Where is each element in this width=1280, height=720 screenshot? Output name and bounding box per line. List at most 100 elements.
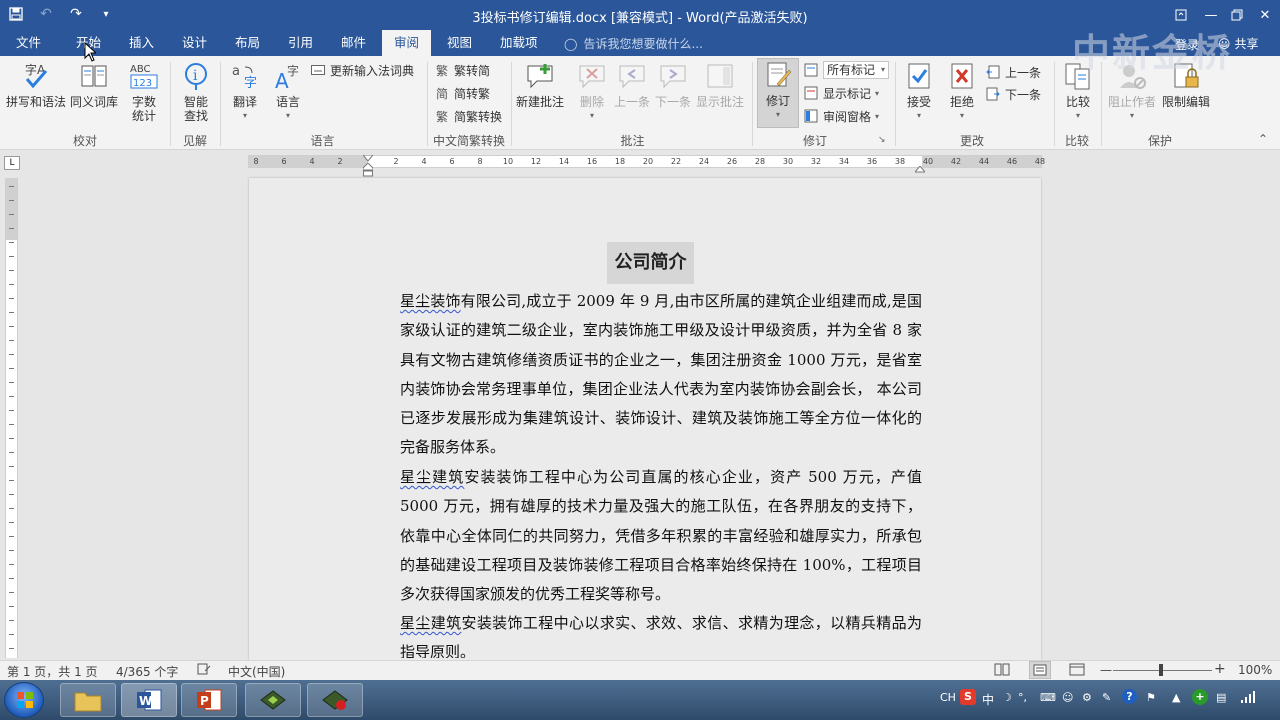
powerpoint-app-icon[interactable]: P [181, 683, 237, 717]
ruler-number: 12 [530, 157, 542, 166]
zoom-slider-thumb[interactable] [1159, 664, 1163, 676]
settings-tray-icon[interactable]: ⚙ [1082, 691, 1092, 704]
previous-comment-button[interactable]: 上一条 [614, 60, 650, 109]
translate-icon: a字 [229, 60, 261, 92]
proofing-status-icon[interactable] [197, 663, 211, 678]
tab-addins[interactable]: 加载项 [488, 30, 550, 56]
spelling-grammar-button[interactable]: 字A 拼写和语法 [6, 60, 66, 109]
word-app-icon[interactable]: W [121, 683, 177, 717]
read-mode-icon[interactable] [994, 663, 1010, 679]
reject-button[interactable]: 拒绝 ▾ [946, 60, 978, 123]
page-count[interactable]: 第 1 页，共 1 页 [7, 663, 98, 680]
convert-t2s-icon: 繁 [435, 63, 448, 78]
security-tray-icon[interactable]: + [1192, 689, 1208, 705]
smart-lookup-button[interactable]: i 智能 查找 [180, 60, 212, 123]
tab-stop-selector[interactable]: L [4, 156, 20, 170]
dropdown-caret-icon: ▾ [589, 111, 594, 120]
close-icon[interactable]: ✕ [1250, 0, 1280, 30]
ruler-number: 26 [726, 157, 738, 166]
share-label: 共享 [1234, 37, 1259, 51]
markup-view-icon [803, 62, 819, 78]
traditional-to-simplified-button[interactable]: 繁 繁转简 [434, 60, 490, 80]
collapse-ribbon-icon[interactable]: ⌃ [1258, 132, 1268, 146]
zoom-out-button[interactable]: — [1100, 663, 1112, 677]
ruler-tick [9, 200, 14, 201]
show-markup-button[interactable]: 显示标记 ▾ [803, 83, 879, 103]
thesaurus-button[interactable]: 同义词库 [70, 60, 118, 109]
ruler-tick [9, 382, 14, 383]
tab-review[interactable]: 审阅 [382, 30, 432, 56]
tab-view[interactable]: 视图 [435, 30, 484, 56]
paragraph-3[interactable]: 星尘建筑安装装饰工程中心以求实、求效、求信、求精为理念，以精兵精品为指导原则。 [368, 609, 922, 658]
svg-text:123: 123 [133, 78, 152, 89]
tracking-options-launcher-icon[interactable]: ↘ [878, 133, 886, 147]
markup-view-select[interactable]: 所有标记 ▾ [803, 60, 890, 80]
first-line-indent-marker[interactable] [361, 152, 375, 162]
ruler-tick [9, 578, 14, 579]
signal-tray-icon[interactable] [1240, 691, 1256, 706]
show-hidden-icons-icon[interactable]: ▲ [1172, 691, 1180, 704]
tab-layout[interactable]: 布局 [223, 30, 272, 56]
delete-comment-button[interactable]: 删除 ▾ [576, 60, 608, 123]
track-changes-button[interactable]: 修订 ▾ [757, 58, 799, 128]
right-indent-marker[interactable] [913, 163, 927, 173]
ime-chinese-mode[interactable]: 中 [982, 691, 994, 708]
language-status[interactable]: 中文(中国) [228, 663, 285, 680]
recorder-app-icon[interactable] [307, 683, 363, 717]
word-count-button[interactable]: ABC 123 字数 统计 [128, 60, 160, 123]
ruler-number: 6 [281, 157, 287, 166]
zoom-level[interactable]: 100% [1238, 663, 1272, 677]
word-count[interactable]: 4/365 个字 [116, 663, 178, 680]
tab-file[interactable]: 文件 [4, 30, 53, 56]
accept-button[interactable]: 接受 ▾ [903, 60, 935, 123]
zoom-in-button[interactable]: + [1214, 661, 1226, 677]
ruler-number: 22 [670, 157, 682, 166]
translate-button[interactable]: a字 翻译 ▾ [229, 60, 261, 123]
ime-indicator[interactable]: CH [940, 691, 956, 704]
tab-insert[interactable]: 插入 [117, 30, 166, 56]
paragraph-2[interactable]: 星尘建筑安装装饰工程中心为公司直属的核心企业，资产 500 万元，产值 5000… [368, 463, 922, 609]
left-indent-marker[interactable] [362, 162, 374, 177]
group-label-proofing: 校对 [72, 134, 97, 148]
simplified-to-traditional-button[interactable]: 简 简转繁 [434, 83, 490, 103]
update-ime-dictionary-button[interactable]: 更新输入法词典 [310, 60, 414, 80]
windows-start-icon[interactable] [4, 682, 44, 718]
tab-mailings[interactable]: 邮件 [329, 30, 378, 56]
ruler-tick [9, 452, 14, 453]
help-tray-icon[interactable]: ? [1122, 689, 1137, 704]
sogou-ime-icon[interactable]: S [960, 689, 976, 705]
punctuation-icon[interactable]: °, [1018, 691, 1027, 704]
show-comments-button[interactable]: 显示批注 [696, 60, 744, 109]
camtasia-app-icon[interactable] [245, 683, 301, 717]
chinese-conversion-button[interactable]: 繁 简繁转换 [434, 106, 502, 126]
keyboard-tray-icon[interactable]: ⌨ [1040, 691, 1056, 704]
web-layout-icon[interactable] [1069, 663, 1085, 679]
print-layout-icon[interactable] [1029, 661, 1051, 679]
tab-references[interactable]: 引用 [276, 30, 325, 56]
next-change-button[interactable]: 下一条 [985, 84, 1041, 104]
group-separator [427, 62, 428, 146]
network-tray-icon[interactable]: ▤ [1216, 691, 1226, 704]
paragraph-1[interactable]: 星尘装饰有限公司,成立于 2009 年 9 月,由市区所属的建筑企业组建而成,是… [368, 287, 922, 463]
previous-change-button[interactable]: 上一条 [985, 62, 1041, 82]
ruler-number: 4 [421, 157, 427, 166]
edit-tray-icon[interactable]: ✎ [1102, 691, 1111, 704]
ruler-tick [9, 396, 14, 397]
vertical-ruler[interactable] [5, 178, 18, 658]
svg-text:i: i [193, 68, 198, 84]
ruler-tick [9, 186, 14, 187]
ruler-tick [9, 564, 14, 565]
tray-flag-icon[interactable]: ⚑ [1146, 691, 1156, 704]
user-tray-icon[interactable]: ☺ [1062, 691, 1073, 704]
language-button[interactable]: A字 语言 ▾ [272, 60, 304, 123]
file-explorer-icon[interactable] [60, 683, 116, 717]
new-comment-button[interactable]: 新建批注 [516, 60, 564, 109]
status-bar: 第 1 页，共 1 页 4/365 个字 中文(中国) — + 100% [0, 660, 1280, 680]
tell-me-box[interactable]: ◯ 告诉我您想要做什么... [564, 35, 703, 52]
reviewing-pane-button[interactable]: 审阅窗格 ▾ [803, 106, 879, 126]
tab-design[interactable]: 设计 [170, 30, 219, 56]
next-comment-button[interactable]: 下一条 [655, 60, 691, 109]
spelling-flag: 星尘装饰 [400, 292, 461, 310]
moon-icon[interactable]: ☽ [1002, 691, 1012, 704]
group-separator [220, 62, 221, 146]
